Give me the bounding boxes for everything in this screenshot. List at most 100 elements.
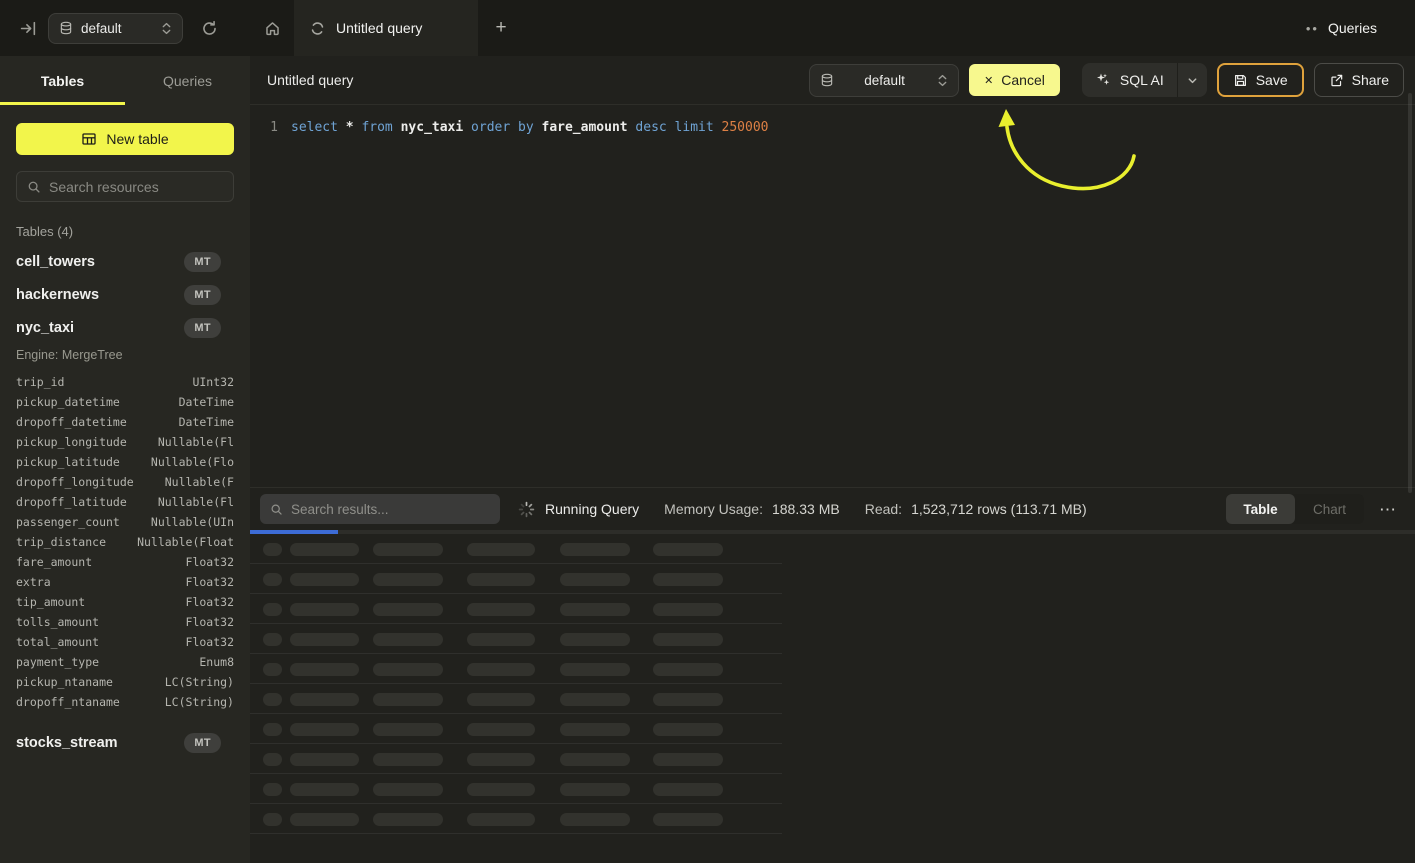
skeleton-cell [560,693,630,706]
skeleton-cell [290,753,359,766]
column-row: dropoff_ntanameLC(String) [0,692,250,712]
table-row [250,534,782,564]
column-type: Float32 [186,615,234,629]
skeleton-cell [653,693,723,706]
column-type: Nullable(Fl [158,495,234,509]
sidebar: Tables Queries New table Tables (4) cell… [0,56,250,863]
tables-list: cell_towersMThackernewsMTnyc_taxiMTEngin… [0,245,250,759]
search-results-input[interactable] [291,502,490,517]
share-icon [1329,73,1344,88]
chevron-updown-icon [937,73,948,88]
save-label: Save [1256,72,1288,88]
skeleton-cell [373,813,443,826]
skeleton-cell [560,813,630,826]
skeleton-cell [263,543,282,556]
table-row [250,594,782,624]
sidebar-tabs: Tables Queries [0,56,250,105]
new-tab-button[interactable]: + [478,0,524,56]
column-type: Float32 [186,595,234,609]
new-table-button[interactable]: New table [16,123,234,155]
table-name: nyc_taxi [16,320,74,336]
sidebar-tab-queries[interactable]: Queries [125,56,250,105]
skeleton-cell [263,663,282,676]
column-type: Float32 [186,635,234,649]
sidebar-tab-tables[interactable]: Tables [0,56,125,105]
close-icon: ✕ [984,74,993,87]
query-actions: default ✕ Cancel SQL AI [809,63,1404,97]
skeleton-cell [653,663,723,676]
skeleton-cell [263,783,282,796]
skeleton-cell [653,753,723,766]
sql-ai-dropdown-button[interactable] [1177,63,1207,97]
column-type: Nullable(Flo [151,455,234,469]
code-token: 250000 [714,120,769,135]
code-token: limit [667,120,714,135]
table-list-item[interactable]: cell_towersMT [0,245,250,278]
column-row: fare_amountFloat32 [0,552,250,572]
editor-scrollbar[interactable] [1408,93,1412,493]
table-row [250,684,782,714]
column-row: passenger_countNullable(UIn [0,512,250,532]
sidebar-search[interactable] [16,171,234,202]
sql-ai-label: SQL AI [1120,72,1164,88]
skeleton-cell [290,543,359,556]
column-name: trip_distance [16,535,106,549]
skeleton-cell [373,693,443,706]
code-token: fare_amount [534,120,628,135]
sparkles-icon [1095,72,1111,88]
topbar-database-selector[interactable]: default [48,13,183,44]
table-list-item[interactable]: nyc_taxi MT [0,311,250,344]
table-engine-badge: MT [184,318,221,338]
read-label: Read: [865,501,902,517]
sql-editor[interactable]: 1 select * from nyc_taxi order by fare_a… [250,105,1415,487]
table-columns: trip_idUInt32pickup_datetimeDateTimedrop… [0,370,250,726]
query-title: Untitled query [267,72,353,88]
tab-title: Untitled query [336,20,422,36]
code-token: * [338,120,354,135]
share-label: Share [1352,72,1389,88]
query-tab[interactable]: Untitled query [294,0,478,56]
table-list-item[interactable]: hackernewsMT [0,278,250,311]
skeleton-cell [263,573,282,586]
column-row: pickup_datetimeDateTime [0,392,250,412]
sql-ai-split-button: SQL AI [1082,63,1207,97]
ellipsis-icon: ⋯ [1379,500,1397,519]
cancel-button[interactable]: ✕ Cancel [969,64,1060,96]
column-type: Nullable(F [165,475,234,489]
table-row [250,624,782,654]
column-row: dropoff_longitudeNullable(F [0,472,250,492]
view-toggle-table[interactable]: Table [1226,494,1295,524]
column-name: tip_amount [16,595,85,609]
refresh-button[interactable] [189,0,229,56]
table-row [250,804,782,834]
column-row: pickup_longitudeNullable(Fl [0,432,250,452]
sidebar-collapse-button[interactable] [8,0,48,56]
table-grid-icon [81,131,97,147]
skeleton-cell [263,723,282,736]
table-name: stocks_stream [16,735,118,751]
sql-ai-button[interactable]: SQL AI [1082,63,1177,97]
code-token: order [463,120,510,135]
search-resources-input[interactable] [49,179,223,195]
cancel-label: Cancel [1001,72,1045,88]
topbar-database-value: default [81,21,122,36]
column-name: trip_id [16,375,64,389]
queries-button[interactable]: •• Queries [1306,20,1377,36]
column-type: Enum8 [199,655,234,669]
results-search[interactable] [260,494,500,524]
sidebar-collapse-icon [20,20,37,37]
save-button[interactable]: Save [1217,63,1304,97]
home-button[interactable] [250,0,294,56]
share-button[interactable]: Share [1314,63,1404,97]
column-name: fare_amount [16,555,92,569]
skeleton-cell [653,783,723,796]
table-list-item[interactable]: stocks_streamMT [0,726,250,759]
column-row: pickup_ntanameLC(String) [0,672,250,692]
view-toggle-chart[interactable]: Chart [1295,494,1364,524]
plus-icon: + [495,17,506,39]
column-name: pickup_longitude [16,435,127,449]
column-type: LC(String) [165,675,234,689]
results-menu-button[interactable]: ⋯ [1379,501,1397,518]
query-database-selector[interactable]: default [809,64,959,97]
skeleton-cell [290,813,359,826]
